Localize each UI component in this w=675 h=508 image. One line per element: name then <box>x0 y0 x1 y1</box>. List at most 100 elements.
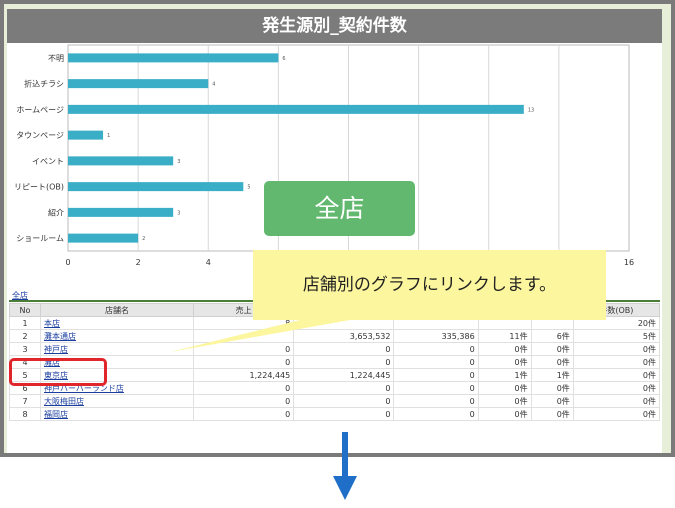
highlight-box <box>9 358 107 386</box>
value-cell: 0 <box>393 407 479 421</box>
value-cell: 0件 <box>530 342 574 356</box>
category-label: 紹介 <box>48 207 64 217</box>
value-cell: 3,653,532 <box>293 329 395 343</box>
value-cell: 0件 <box>477 355 532 369</box>
bar <box>68 156 174 166</box>
bar <box>68 130 104 140</box>
link-tooltip: 店舗別のグラフにリンクします。 <box>253 250 606 320</box>
value-cell: 0件 <box>477 394 532 408</box>
value-cell: 0件 <box>572 394 661 408</box>
table-row: 2 灘本通店 3,653,532 335,386 11件 6件 5件 <box>9 329 661 343</box>
category-label: リピート(OB) <box>14 183 64 192</box>
value-cell: 0件 <box>572 381 661 395</box>
category-label: イベント <box>32 157 64 166</box>
store-link[interactable]: 大阪梅田店 <box>44 397 84 406</box>
store-link[interactable]: 福岡店 <box>44 410 68 419</box>
data-label: 3 <box>177 210 180 216</box>
value-cell: 0件 <box>530 407 574 421</box>
table-row: 6 神戸ハーバーランド店 0 0 0 0件 0件 0件 <box>9 381 661 395</box>
x-tick-label: 4 <box>206 258 211 267</box>
value-cell: 0 <box>393 381 479 395</box>
store-name-cell: 灘本通店 <box>40 329 194 343</box>
row-number: 8 <box>9 407 41 421</box>
value-cell: 0件 <box>477 407 532 421</box>
table-row: 7 大阪梅田店 0 0 0 0件 0件 0件 <box>9 394 661 408</box>
value-cell: 0 <box>192 407 295 421</box>
data-label: 2 <box>142 236 145 242</box>
data-label: 4 <box>212 82 215 88</box>
value-cell: 0件 <box>530 381 574 395</box>
store-link[interactable]: 灘本通店 <box>44 332 76 341</box>
bar-chart: 不明 6 折込チラシ 4 ホームページ 13 タウンページ 1 イベント 3 リピート(OB) 5 紹介… <box>7 43 662 276</box>
value-cell: 0 <box>393 368 479 382</box>
report-panel: 発生源別_契約件数 不明 6 折込チラシ 4 ホームページ 13 タウンページ 1 イベント 3 リ… <box>4 4 671 453</box>
value-cell: 0件 <box>572 355 661 369</box>
store-name-cell: 大阪梅田店 <box>40 394 194 408</box>
category-label: ホームページ <box>16 105 64 114</box>
category-label: ショールーム <box>16 234 64 243</box>
table-row: 4 灘店 0 0 0 0件 0件 0件 <box>9 355 661 369</box>
bar <box>68 182 244 192</box>
value-cell: 0 <box>393 394 479 408</box>
value-cell: 0 <box>293 342 395 356</box>
category-label: 折込チラシ <box>24 79 64 89</box>
row-number: 2 <box>9 329 41 343</box>
window-frame: 発生源別_契約件数 不明 6 折込チラシ 4 ホームページ 13 タウンページ 1 イベント 3 リ… <box>0 0 675 457</box>
value-cell: 0 <box>192 342 295 356</box>
x-tick-label: 0 <box>65 258 70 267</box>
value-cell: 0件 <box>530 394 574 408</box>
value-cell: 0 <box>293 381 395 395</box>
table-row: 3 神戸店 0 0 0 0件 0件 0件 <box>9 342 661 356</box>
value-cell: 0 <box>293 355 395 369</box>
value-cell: 0件 <box>572 407 661 421</box>
value-cell: 0件 <box>572 368 661 382</box>
store-link[interactable]: 神戸店 <box>44 345 68 354</box>
value-cell: 0 <box>192 394 295 408</box>
col-no: No <box>9 303 41 317</box>
store-link[interactable]: 本店 <box>44 319 60 328</box>
data-label: 3 <box>177 159 180 165</box>
value-cell: 0件 <box>477 381 532 395</box>
data-label: 13 <box>528 107 534 113</box>
value-cell: 1,224,445 <box>192 368 295 382</box>
value-cell: 0 <box>192 381 295 395</box>
data-label: 5 <box>247 185 250 191</box>
value-cell: 6件 <box>530 329 574 343</box>
bar <box>68 53 279 63</box>
value-cell: 0 <box>192 355 295 369</box>
x-tick-label: 2 <box>136 258 141 267</box>
row-number: 3 <box>9 342 41 356</box>
bar <box>68 104 524 114</box>
category-label: 不明 <box>48 54 64 63</box>
value-cell <box>192 329 295 343</box>
value-cell: 0 <box>293 407 395 421</box>
value-cell: 1件 <box>530 368 574 382</box>
category-label: タウンページ <box>16 131 64 140</box>
table-row: 5 東京店 1,224,445 1,224,445 0 1件 1件 0件 <box>9 368 661 382</box>
col-store-name: 店舗名 <box>40 303 194 317</box>
value-cell: 0 <box>393 342 479 356</box>
row-number: 1 <box>9 316 41 330</box>
bar <box>68 207 174 217</box>
store-name-cell: 福岡店 <box>40 407 194 421</box>
x-tick-label: 16 <box>624 258 634 267</box>
row-number: 7 <box>9 394 41 408</box>
store-overlay-label: 全店 <box>264 181 415 236</box>
bar <box>68 233 139 243</box>
data-label: 6 <box>282 56 285 62</box>
value-cell: 0 <box>393 355 479 369</box>
value-cell: 1件 <box>477 368 532 382</box>
value-cell: 0件 <box>477 342 532 356</box>
table-row: 8 福岡店 0 0 0 0件 0件 0件 <box>9 407 661 421</box>
value-cell: 0件 <box>572 342 661 356</box>
value-cell: 335,386 <box>393 329 479 343</box>
value-cell: 11件 <box>477 329 532 343</box>
value-cell: 0 <box>293 394 395 408</box>
store-name-cell: 本店 <box>40 316 194 330</box>
chart-svg: 不明 6 折込チラシ 4 ホームページ 13 タウンページ 1 イベント 3 リピート(OB) 5 紹介… <box>14 44 634 267</box>
store-name-cell: 神戸店 <box>40 342 194 356</box>
value-cell: 5件 <box>572 329 661 343</box>
data-label: 1 <box>107 133 110 139</box>
bar <box>68 79 209 89</box>
value-cell: 1,224,445 <box>293 368 395 382</box>
